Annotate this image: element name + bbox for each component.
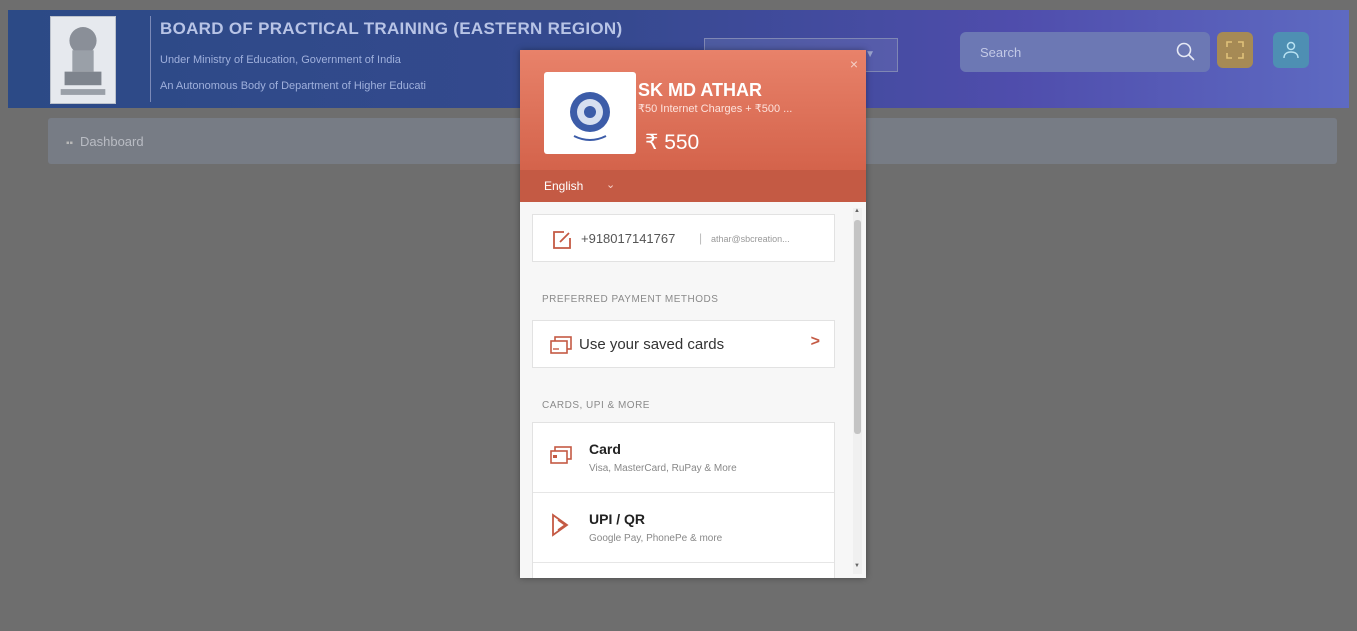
contact-email: athar@sbcreation... xyxy=(711,234,790,244)
organization-subtitle: Under Ministry of Education, Government … xyxy=(160,54,401,66)
contact-separator: | xyxy=(699,231,703,245)
user-icon xyxy=(1283,41,1299,59)
fullscreen-button[interactable] xyxy=(1217,32,1253,68)
contact-phone: +918017141767 xyxy=(581,231,676,246)
scroll-up-icon[interactable]: ▲ xyxy=(853,208,861,214)
search-input[interactable] xyxy=(960,32,1160,72)
language-selector[interactable]: English ⌄ xyxy=(520,170,866,202)
method-card[interactable]: Card Visa, MasterCard, RuPay & More xyxy=(533,423,834,493)
payment-modal: × SK MD ATHAR ₹50 Internet Charges + ₹50… xyxy=(520,50,866,578)
close-icon[interactable]: × xyxy=(850,56,858,72)
dashboard-icon: ▪▪ xyxy=(66,138,74,149)
scrollbar-thumb[interactable] xyxy=(854,220,861,434)
method-more[interactable] xyxy=(533,563,834,578)
upi-icon xyxy=(552,513,569,537)
method-subtitle: Visa, MasterCard, RuPay & More xyxy=(589,463,737,474)
merchant-logo xyxy=(544,72,636,154)
method-title: Card xyxy=(589,441,621,457)
chevron-down-icon: ⌄ xyxy=(606,179,616,191)
payer-name: SK MD ATHAR xyxy=(638,80,762,100)
saved-cards-label: Use your saved cards xyxy=(579,336,725,353)
method-upi[interactable]: UPI / QR Google Pay, PhonePe & more xyxy=(533,493,834,563)
india-emblem-icon xyxy=(50,16,116,104)
organization-subtitle-2: An Autonomous Body of Department of High… xyxy=(160,80,426,92)
method-title: UPI / QR xyxy=(589,511,646,527)
organization-title: BOARD OF PRACTICAL TRAINING (EASTERN REG… xyxy=(160,19,623,38)
search-box xyxy=(960,32,1210,72)
saved-card-icon xyxy=(550,336,572,354)
payment-methods-list: Card Visa, MasterCard, RuPay & More UPI … xyxy=(532,422,835,578)
language-label: English xyxy=(544,179,584,193)
card-icon xyxy=(550,446,572,464)
chevron-down-icon: ▼ xyxy=(865,49,875,60)
header-divider xyxy=(150,16,151,102)
edit-icon[interactable] xyxy=(551,229,573,251)
saved-cards-button[interactable]: Use your saved cards > xyxy=(532,320,835,368)
payment-header: × SK MD ATHAR ₹50 Internet Charges + ₹50… xyxy=(520,50,866,170)
fullscreen-icon xyxy=(1226,41,1244,59)
user-button[interactable] xyxy=(1273,32,1309,68)
payment-description: ₹50 Internet Charges + ₹500 ... xyxy=(638,103,793,115)
search-icon[interactable] xyxy=(1176,42,1196,62)
method-subtitle: Google Pay, PhonePe & more xyxy=(589,533,723,544)
section-cards-upi: CARDS, UPI & MORE xyxy=(542,400,650,411)
scroll-down-icon[interactable]: ▼ xyxy=(853,563,861,569)
contact-details[interactable]: +918017141767 | athar@sbcreation... xyxy=(532,214,835,262)
chevron-right-icon: > xyxy=(810,333,820,350)
payment-amount: ₹ 550 xyxy=(645,131,700,154)
breadcrumb-item-dashboard[interactable]: Dashboard xyxy=(80,134,144,149)
section-preferred-methods: PREFERRED PAYMENT METHODS xyxy=(542,294,719,305)
